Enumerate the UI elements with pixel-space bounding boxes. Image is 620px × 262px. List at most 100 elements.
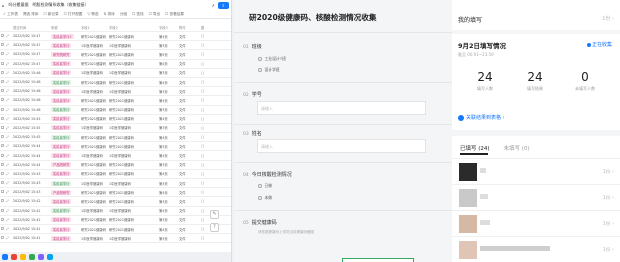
cell-field[interactable]: 研究2021健康码 <box>80 107 108 112</box>
table-row[interactable]: ⤢ 2022/9/02 15:42 实民民学计 1中医学健康码 1中医学健康码 第4页 文件… <box>0 207 231 216</box>
cell-time[interactable]: 2022/9/02 15:41 <box>12 236 50 240</box>
cell-field[interactable]: 1中医学健康码 <box>108 70 158 75</box>
cell-field[interactable]: 研究2021健康码 <box>108 80 158 85</box>
cell-field[interactable]: 第4页 <box>158 153 178 158</box>
cell-field[interactable]: 第4页 <box>158 34 178 39</box>
cell-attachment[interactable]: 文件 <box>178 171 200 176</box>
cell-field[interactable]: 第4页 <box>158 98 178 103</box>
cell-field[interactable]: 研究2021健康码 <box>108 199 158 204</box>
app-icon[interactable] <box>11 254 17 260</box>
cell-time[interactable]: 2022/9/02 15:44 <box>12 163 50 167</box>
cell-image[interactable]: ▢ <box>200 34 212 38</box>
cell-tag[interactable]: 实民民学计 <box>50 125 80 131</box>
table-row[interactable]: ⤢ 2022/9/02 15:41 实民民学计 1中医学健康码 1中医学健康码 第3页 文件… <box>0 234 231 244</box>
student-id-input[interactable]: 请输入 <box>257 101 426 115</box>
cell-time[interactable]: 2022/9/02 15:47 <box>12 52 50 56</box>
cell-field[interactable]: 1中医学健康码 <box>80 181 108 186</box>
q4-option[interactable]: 已做 <box>258 183 272 189</box>
cell-tag[interactable]: 实民民学计 <box>50 143 80 149</box>
cell-image[interactable]: ▢ <box>200 52 212 56</box>
cell-field[interactable]: 第3页 <box>158 107 178 112</box>
cell-tag[interactable]: 实民民学计 <box>50 217 80 223</box>
cell-field[interactable]: 研究2021健康码 <box>80 171 108 176</box>
cell-field[interactable]: 研究2021健康码 <box>80 98 108 103</box>
toolbar-item[interactable]: 分组 <box>120 12 127 17</box>
cell-field[interactable]: 第4页 <box>158 116 178 121</box>
cell-field[interactable]: 研究2021健康码 <box>108 171 158 176</box>
row-expand-icon[interactable]: ⤢ <box>5 43 12 47</box>
table-row[interactable]: ⤢ 2022/9/02 15:45 实民民学计 1中医学健康码 1中医学健康码 第3页 文件… <box>0 124 231 134</box>
table-row[interactable]: ⤢ 2022/9/02 15:44 实民民学计 1中医学健康码 1中医学健康码 第4页 文件… <box>0 151 231 161</box>
cell-field[interactable]: 第3页 <box>158 70 178 75</box>
table-row[interactable]: ⤢ 2022/9/02 15:47 实民民学计 1中医学健康码 1中医学健康码 第3页 文件… <box>0 41 231 51</box>
toolbar-item[interactable]: ☐ 查看结果 <box>165 12 184 17</box>
list-item[interactable]: 1份 › <box>452 184 620 210</box>
app-icon[interactable] <box>2 254 8 260</box>
cell-attachment[interactable]: 文件 <box>178 80 200 85</box>
cell-tag[interactable]: 实民民学计 <box>50 116 80 122</box>
cell-image[interactable]: ▢ <box>200 108 212 112</box>
cell-field[interactable]: 研究2021健康码 <box>108 217 158 222</box>
cell-tag[interactable]: 实民民学计 <box>50 134 80 140</box>
cell-image[interactable]: ▢ <box>200 236 212 240</box>
cell-time[interactable]: 2022/9/02 15:46 <box>12 71 50 75</box>
cell-attachment[interactable]: 文件 <box>178 116 200 121</box>
column-header[interactable]: 字段1 <box>80 25 108 30</box>
toolbar-item[interactable]: 筛选 排序 <box>23 12 39 17</box>
cell-field[interactable]: 第3页 <box>158 43 178 48</box>
row-expand-icon[interactable]: ⤢ <box>5 181 12 185</box>
table-row[interactable]: ⤢ 2022/9/02 15:45 实民民学计 研究2021健康码 研究2021健康码第… <box>0 133 231 143</box>
column-header[interactable]: 提交时间 <box>12 25 50 30</box>
cell-tag[interactable]: 实民民学计 <box>50 198 80 204</box>
list-item[interactable]: 1份 › <box>452 158 620 184</box>
home-icon[interactable]: ⌂ <box>2 3 5 8</box>
row-expand-icon[interactable]: ⤢ <box>5 52 12 56</box>
q1-option[interactable]: 工业设计7班 <box>258 56 286 62</box>
cell-field[interactable]: 研究2021健康码 <box>80 190 108 195</box>
table-row[interactable]: ⤢ 2022/9/02 15:41 实民民学计 研究2021健康码 研究2021健康码第… <box>0 225 231 235</box>
cell-tag[interactable]: 实民民学计 <box>50 235 80 241</box>
cell-field[interactable]: 第4页 <box>158 135 178 140</box>
cell-field[interactable]: 研究2021健康码 <box>80 199 108 204</box>
cell-field[interactable]: 第4页 <box>158 208 178 213</box>
cell-field[interactable]: 1中医学健康码 <box>80 153 108 158</box>
cell-field[interactable]: 研究2021健康码 <box>108 144 158 149</box>
link-to-table[interactable]: 关联结果到表格 › <box>458 114 505 121</box>
table-row[interactable]: ⤢ 2022/9/02 15:47 研究院研究 研究2021健康码 研究2021健康码第… <box>0 50 231 60</box>
cell-time[interactable]: 2022/9/02 15:47 <box>12 43 50 47</box>
cell-attachment[interactable]: 文件 <box>178 153 200 158</box>
my-fill-card[interactable]: 我的填写 1份 › <box>452 0 620 30</box>
cell-attachment[interactable]: 文件 <box>178 70 200 75</box>
cell-tag[interactable]: 产品院研究 <box>50 162 80 168</box>
table-row[interactable]: ⤢ 2022/9/02 15:45 实民民学计 研究2021健康码 研究2021健康码第… <box>0 115 231 124</box>
tab-1[interactable]: 吗分搬量据 <box>9 2 29 8</box>
cell-time[interactable]: 2022/9/02 15:42 <box>12 218 50 222</box>
cell-tag[interactable]: 实民民学计 <box>50 88 80 94</box>
cell-field[interactable]: 研究2021健康码 <box>80 144 108 149</box>
row-expand-icon[interactable]: ⤢ <box>5 227 12 231</box>
cell-time[interactable]: 2022/9/02 15:43 <box>12 181 50 185</box>
q1-option[interactable]: 设计学班 <box>258 67 280 73</box>
cell-field[interactable]: 第4页 <box>158 227 178 232</box>
cell-tag[interactable]: 实民民学计 <box>50 97 80 103</box>
cell-image[interactable]: ▢ <box>200 190 212 194</box>
app-icon[interactable] <box>29 254 35 260</box>
cell-field[interactable]: 1中医学健康码 <box>108 236 158 241</box>
cell-field[interactable]: 1中医学健康码 <box>80 70 108 75</box>
cell-tag[interactable]: 实民民学计 <box>50 79 80 85</box>
row-expand-icon[interactable]: ⤢ <box>5 126 12 130</box>
cell-time[interactable]: 2022/9/02 15:44 <box>12 144 50 148</box>
cell-field[interactable]: 研究2021健康码 <box>80 217 108 222</box>
cell-field[interactable]: 1中医学健康码 <box>108 43 158 48</box>
q4-option[interactable]: 未做 <box>258 195 272 201</box>
cell-tag[interactable]: 产品院研究 <box>50 189 80 195</box>
row-expand-icon[interactable]: ⤢ <box>5 218 12 222</box>
column-header[interactable]: 字段2 <box>108 25 158 30</box>
table-row[interactable]: ⤢ 2022/9/02 15:47 实民民学计2 研究2021健康码 研究2021健康码… <box>0 32 231 42</box>
cell-tag[interactable]: 实民民学计 <box>50 180 80 186</box>
cell-attachment[interactable]: 文件 <box>178 227 200 232</box>
cell-field[interactable]: 1中医学健康码 <box>108 125 158 130</box>
cell-time[interactable]: 2022/9/02 15:46 <box>12 108 50 112</box>
table-row[interactable]: ⤢ 2022/9/02 15:43 实民民学计 研究2021健康码 研究2021健康码第… <box>0 170 231 179</box>
cell-field[interactable]: 研究2021健康码 <box>108 52 158 57</box>
